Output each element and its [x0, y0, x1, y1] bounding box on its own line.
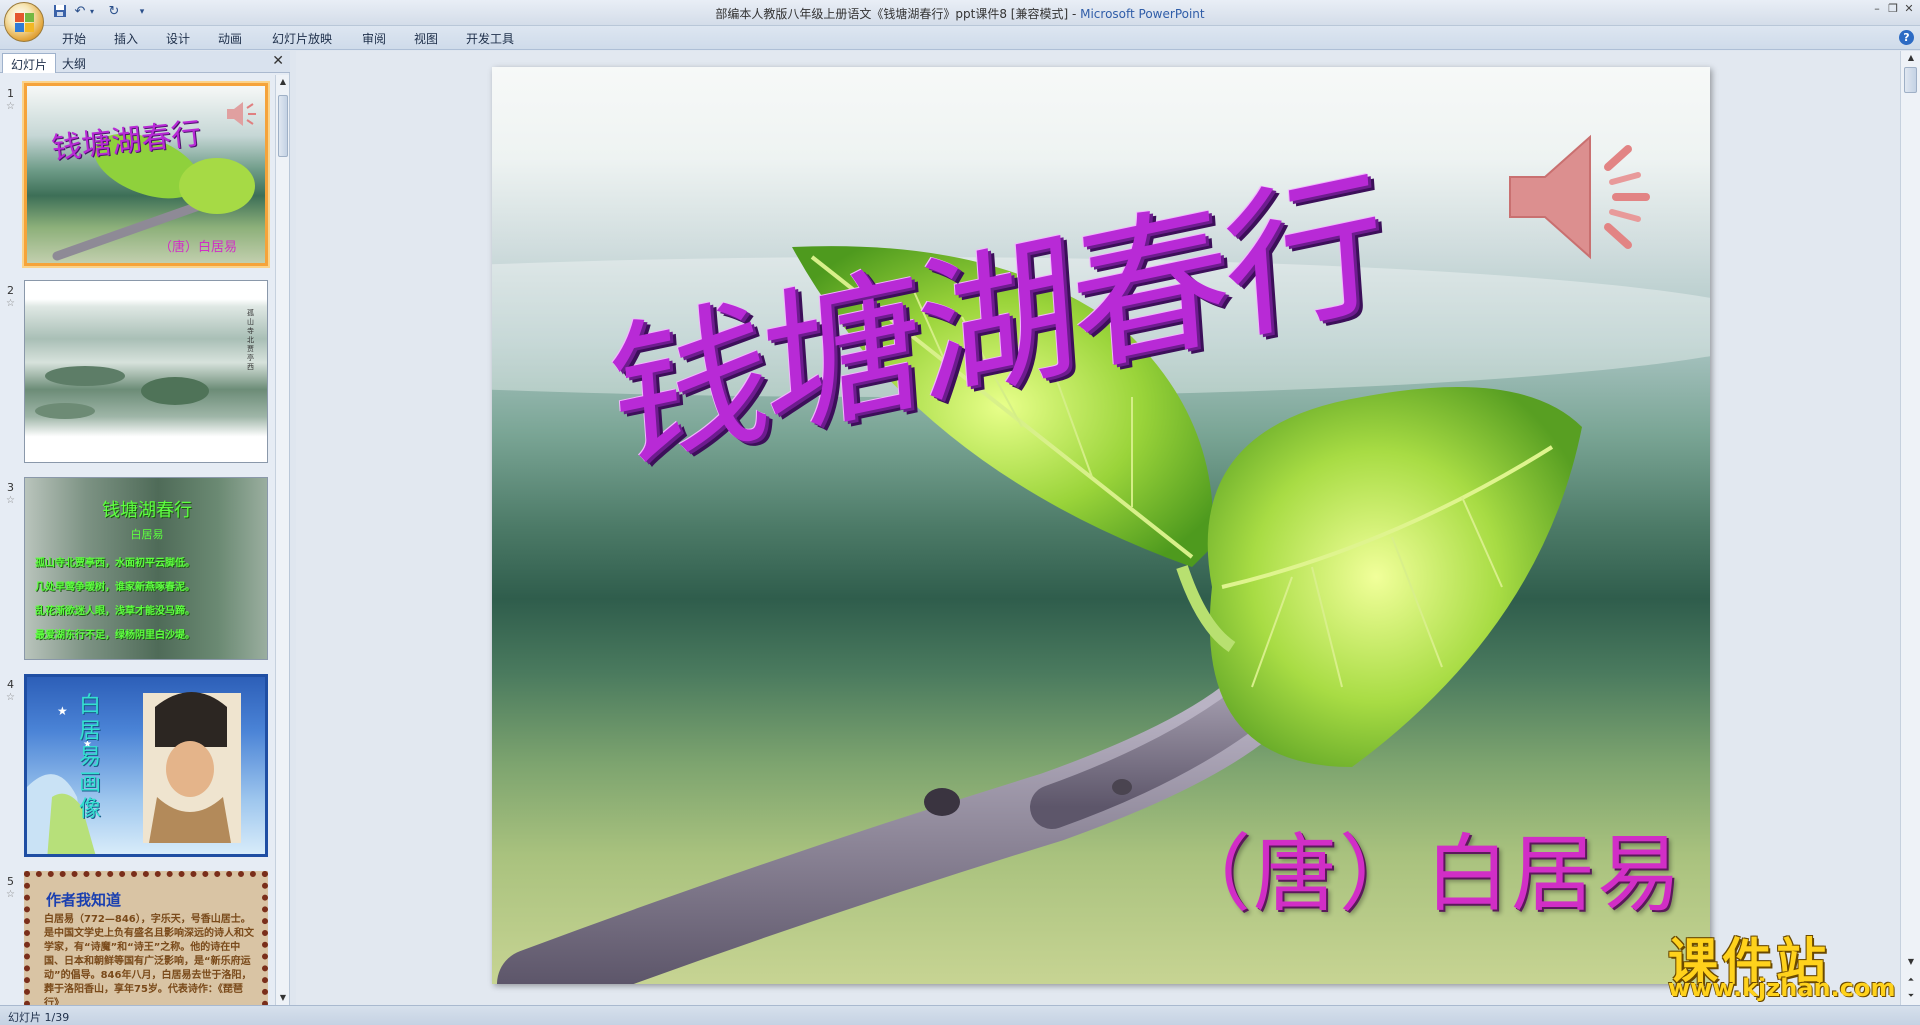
scroll-thumb[interactable] — [278, 95, 288, 157]
tab-review[interactable]: 审阅 — [362, 30, 386, 47]
animation-star-icon: ☆ — [6, 101, 15, 112]
panel-close-icon[interactable]: ✕ — [272, 53, 284, 69]
slide-number: 1 — [7, 87, 14, 100]
slide-thumbnail-5[interactable]: 作者我知道 白居易（772—846），字乐天，号香山居士。是中国文学史上负有盛名… — [24, 871, 268, 1005]
slide-thumbnail-4[interactable]: ★ ★ 白居易画像 — [24, 674, 268, 857]
tab-outline[interactable]: 大纲 — [54, 53, 94, 73]
slide-count: 幻灯片 1/39 — [8, 1011, 70, 1024]
office-logo-icon — [15, 13, 35, 33]
thumbnail-row[interactable]: 5 ☆ 作者我知道 白居易（772—846），字乐天，号香山居士。是中国文学史上… — [0, 871, 276, 1005]
svg-text:★: ★ — [57, 704, 68, 718]
slide-editor: 钱塘湖春行 （唐）白居易 B2-1 — [296, 51, 1900, 1005]
status-bar: 幻灯片 1/39 — [0, 1005, 1920, 1025]
tab-slides[interactable]: 幻灯片 — [2, 53, 57, 73]
office-button[interactable] — [4, 2, 44, 42]
editor-scrollbar[interactable]: ▲ ▼ ⏶ ⏷ — [1900, 51, 1920, 1005]
slide-number: 4 — [7, 678, 14, 691]
scroll-up-icon[interactable]: ▲ — [276, 75, 290, 89]
ribbon-tabs: 开始 插入 设计 动画 幻灯片放映 审阅 视图 开发工具 ? — [0, 26, 1920, 50]
title-separator: - — [1068, 7, 1081, 21]
slide-author[interactable]: （唐）白居易 — [1167, 807, 1683, 928]
animation-star-icon: ☆ — [6, 495, 15, 506]
thumbnail-scrollbar[interactable]: ▲ ▼ — [275, 75, 289, 1005]
slide-thumbnail-2[interactable]: 孤 山 寺 北 贾 亭 西 — [24, 280, 268, 463]
current-slide[interactable]: 钱塘湖春行 （唐）白居易 B2-1 — [492, 67, 1710, 984]
thumb-speaker-icon — [227, 102, 256, 126]
thumbnail-row[interactable]: 4 ☆ ★ ★ 白居易画像 — [0, 674, 276, 864]
thumb-vertical-poem: 孤 山 寺 北 贾 亭 西 — [247, 309, 254, 371]
slide-thumbnail-1[interactable]: 钱塘湖春行 （唐）白居易 — [24, 83, 268, 266]
tab-slideshow[interactable]: 幻灯片放映 — [272, 30, 332, 47]
tab-view[interactable]: 视图 — [414, 30, 438, 47]
thumbnail-row[interactable]: 3 ☆ 钱塘湖春行 白居易 孤山寺北贾亭西，水面初平云脚低。 几处早莺争暖树，谁… — [0, 477, 276, 667]
animation-star-icon: ☆ — [6, 298, 15, 309]
thumb-author: 白居易 — [130, 528, 164, 541]
app-name: Microsoft PowerPoint — [1080, 7, 1205, 21]
title-bar: ↶ ▾ ↻ ▾ 部编本人教版八年级上册语文《钱塘湖春行》ppt课件8 [兼容模式… — [0, 0, 1920, 26]
document-title: 部编本人教版八年级上册语文《钱塘湖春行》ppt课件8 [兼容模式] — [715, 7, 1069, 21]
slide-number: 2 — [7, 284, 14, 297]
slides-panel: 幻灯片 大纲 ✕ 1 ☆ 钱塘湖春行 （唐）白居易 2 ☆ 孤 山 寺 北 贾 … — [0, 51, 290, 1005]
tab-insert[interactable]: 插入 — [114, 30, 138, 47]
tab-home[interactable]: 开始 — [62, 30, 86, 47]
watermark: 课件站 www.kjzhan.com — [1668, 922, 1908, 1002]
thumb-title: 作者我知道 — [46, 891, 122, 909]
thumb-author: （唐）白居易 — [159, 240, 238, 255]
powerpoint-window: ↶ ▾ ↻ ▾ 部编本人教版八年级上册语文《钱塘湖春行》ppt课件8 [兼容模式… — [0, 0, 1920, 1025]
thumb-landscape-art — [35, 366, 209, 419]
tab-developer[interactable]: 开发工具 — [466, 30, 514, 47]
watermark-url: www.kjzhan.com — [1668, 974, 1896, 1002]
animation-star-icon: ☆ — [6, 692, 15, 703]
thumbnail-list: 1 ☆ 钱塘湖春行 （唐）白居易 2 ☆ 孤 山 寺 北 贾 亭 西 3 ☆ 钱… — [0, 75, 276, 1005]
help-icon[interactable]: ? — [1899, 30, 1914, 45]
speaker-icon[interactable] — [1500, 127, 1660, 267]
thumb-text: 白居易（772—846），字乐天，号香山居士。是中国文学史上负有盛名且影响深远的… — [44, 914, 254, 1005]
thumb-title: 钱塘湖春行 — [102, 500, 192, 521]
thumbnail-row[interactable]: 2 ☆ 孤 山 寺 北 贾 亭 西 — [0, 280, 276, 470]
window-title: 部编本人教版八年级上册语文《钱塘湖春行》ppt课件8 [兼容模式] - Micr… — [0, 5, 1920, 22]
thumbnail-row[interactable]: 1 ☆ 钱塘湖春行 （唐）白居易 — [0, 83, 276, 273]
tab-animations[interactable]: 动画 — [218, 30, 242, 47]
slide-number: 3 — [7, 481, 14, 494]
tab-design[interactable]: 设计 — [166, 30, 190, 47]
slide-number: 5 — [7, 875, 14, 888]
animation-star-icon: ☆ — [6, 889, 15, 900]
scroll-thumb[interactable] — [1904, 67, 1917, 93]
thumb-poem: 孤山寺北贾亭西，水面初平云脚低。 几处早莺争暖树，谁家新燕啄春泥。 乱花渐欲迷人… — [35, 558, 195, 641]
scroll-down-icon[interactable]: ▼ — [276, 991, 290, 1005]
slide-thumbnail-3[interactable]: 钱塘湖春行 白居易 孤山寺北贾亭西，水面初平云脚低。 几处早莺争暖树，谁家新燕啄… — [24, 477, 268, 660]
thumb-portrait-art: ★ ★ — [27, 692, 241, 854]
scroll-up-icon[interactable]: ▲ — [1901, 51, 1920, 65]
close-icon[interactable]: ✕ — [1900, 2, 1918, 15]
thumb-caption: 白居易画像 — [79, 693, 102, 822]
panel-tabs: 幻灯片 大纲 ✕ — [0, 51, 290, 73]
